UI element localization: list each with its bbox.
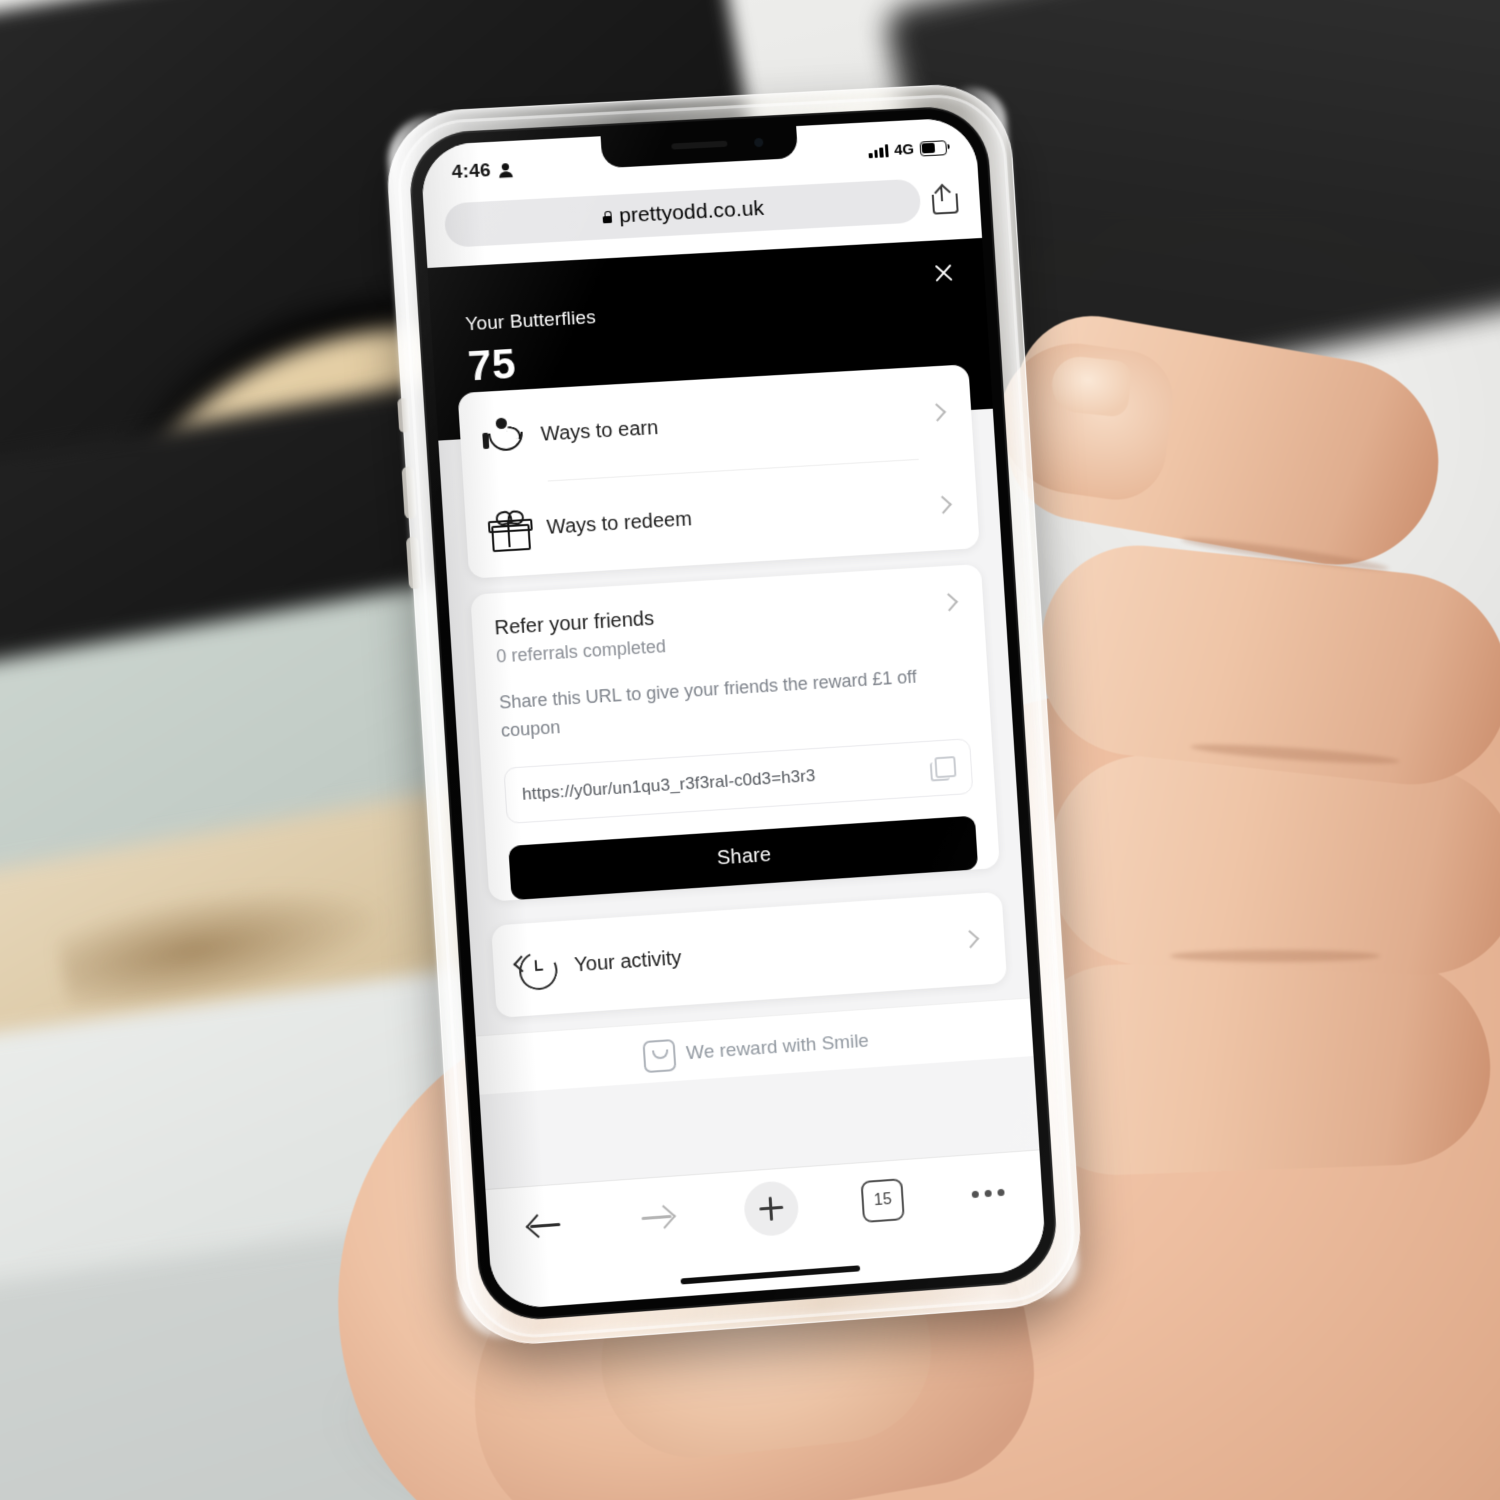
status-time: 4:46	[451, 160, 492, 184]
status-bar-left: 4:46	[451, 159, 514, 184]
url-text: prettyodd.co.uk	[618, 196, 765, 228]
tab-count-label: 15	[873, 1190, 893, 1210]
chevron-right-icon	[961, 930, 980, 949]
share-button-label: Share	[716, 844, 772, 870]
earn-redeem-card: Ways to earn Ways to redeem	[457, 364, 980, 579]
share-button[interactable]: Share	[508, 815, 979, 900]
person-icon	[498, 163, 513, 178]
history-icon	[513, 946, 563, 995]
share-icon[interactable]	[929, 183, 959, 215]
chevron-right-icon	[927, 402, 947, 422]
arrow-right-icon[interactable]	[632, 1192, 681, 1241]
arrow-left-icon[interactable]	[521, 1200, 570, 1249]
referral-url-value: https://y0ur/un1qu3_r3f3ral-c0d3=h3r3	[521, 765, 817, 804]
close-icon[interactable]	[928, 257, 960, 288]
plus-icon[interactable]	[742, 1179, 800, 1238]
url-bar[interactable]: prettyodd.co.uk	[443, 178, 922, 248]
finger-crease	[1170, 950, 1380, 962]
phone-bezel: 4:46 4G prettyodd.co.uk Your Butterflies…	[406, 104, 1060, 1324]
ring-finger	[1046, 751, 1500, 979]
copy-icon[interactable]	[928, 754, 957, 782]
lock-icon	[603, 211, 613, 223]
activity-card: Your activity	[491, 891, 1008, 1018]
front-camera	[753, 137, 764, 148]
signal-bars-icon	[868, 144, 889, 158]
earpiece-speaker	[671, 140, 728, 150]
status-bar-right: 4G	[868, 139, 948, 160]
referral-card: Refer your friends 0 referrals completed…	[470, 563, 1000, 902]
referral-url-field[interactable]: https://y0ur/un1qu3_r3f3ral-c0d3=h3r3	[503, 737, 974, 824]
tab-count-button[interactable]: 15	[860, 1178, 906, 1224]
smile-logo-icon	[642, 1038, 677, 1073]
pinky-finger	[1016, 951, 1494, 1179]
mute-switch[interactable]	[397, 397, 411, 433]
home-indicator[interactable]	[680, 1265, 861, 1285]
battery-icon	[919, 139, 948, 157]
phone: 4:46 4G prettyodd.co.uk Your Butterflies…	[383, 81, 1085, 1350]
network-label: 4G	[893, 140, 915, 159]
rewards-panel: Your Butterflies 75 Ways to earn Ways to…	[427, 237, 1043, 1232]
more-horizontal-icon[interactable]	[967, 1178, 1009, 1208]
hand-coin-icon	[481, 416, 524, 458]
your-activity-label: Your activity	[573, 947, 683, 977]
ways-to-earn-label: Ways to earn	[540, 416, 659, 446]
smile-footer-text: We reward with Smile	[685, 1030, 870, 1064]
phone-screen: 4:46 4G prettyodd.co.uk Your Butterflies…	[419, 116, 1047, 1311]
gift-icon	[487, 509, 533, 553]
row-your-activity[interactable]: Your activity	[491, 891, 1007, 1017]
chevron-right-icon	[933, 495, 952, 514]
ways-to-redeem-label: Ways to redeem	[546, 507, 693, 539]
